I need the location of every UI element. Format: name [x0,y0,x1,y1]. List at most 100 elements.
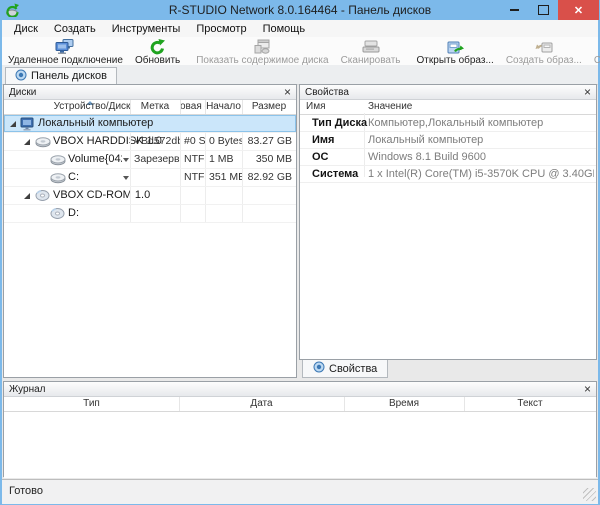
disks-column-header: Устройство/Диск Метка овая си Начало Раз… [4,100,296,115]
tree-row-c-drive[interactable]: C: NTFS 351 MB 82.92 GB [4,169,296,187]
column-separator [344,397,345,411]
close-button[interactable]: ✕ [558,0,599,20]
column-separator [464,397,465,411]
remote-connection-icon [55,39,75,55]
tab-label: Панель дисков [31,70,107,82]
cell-label [130,169,181,186]
cell-start: 0 Bytes [205,133,242,150]
cell-size [242,187,296,204]
menu-item-tools[interactable]: Инструменты [104,22,189,36]
column-header-size[interactable]: Размер [242,100,296,114]
disks-tree: Локальный компьютер VBOX HARDDISK 1.0 VB… [4,115,296,223]
log-column-header: Тип Дата Время Текст [4,397,596,412]
minimize-button[interactable] [500,0,529,20]
property-row[interactable]: Тип Диска Компьютер,Локальный компьютер [300,115,596,132]
column-header-time[interactable]: Время [344,397,464,411]
disks-panel-header: Диски × [4,85,296,100]
column-header-name[interactable]: Имя [306,100,356,114]
tree-item-label: Volume{0423d66f- [68,151,122,168]
column-header-type[interactable]: Тип [4,397,179,411]
disk-panel-tab-icon [15,69,27,84]
cell-label: Зарезервиро... [130,151,181,168]
toolbar-button-remote-connection[interactable]: Удаленное подключение [2,37,129,65]
client-area: Диск Создать Инструменты Просмотр Помощь [2,20,598,503]
cell-start [205,187,242,204]
tree-row-d-drive[interactable]: D: [4,205,296,223]
open-image-icon [446,39,464,55]
cell-label [130,205,181,222]
cell-filesystem: NTFS [180,169,205,186]
toolbar-button-show-disk-content[interactable]: Показать содержимое диска [190,37,334,65]
title-bar[interactable]: R-STUDIO Network 8.0.164464 - Панель дис… [0,0,600,20]
cell-label: VBd572dbed-... [130,133,181,150]
tree-item-label: D: [68,205,79,222]
toolbar-button-open-image[interactable]: Открыть образ... [411,37,500,65]
toolbar-button-create-image[interactable]: Создать образ... [500,37,588,65]
computer-icon [20,117,35,134]
menu-bar: Диск Создать Инструменты Просмотр Помощь [2,20,598,37]
toolbar-button-scan[interactable]: Сканировать [335,37,407,65]
toolbar-button-refresh[interactable]: Обновить [129,37,186,65]
column-header-date[interactable]: Дата [179,397,344,411]
tab-strip: Панель дисков [2,65,598,85]
cell-start: 351 MB [205,169,242,186]
tree-row-harddisk[interactable]: VBOX HARDDISK 1.0 VBd572dbed-... #0 S...… [4,133,296,151]
create-image-icon [535,39,553,55]
toolbar-button-create-region[interactable]: Создать регион... [588,37,600,65]
tab-label: Свойства [329,363,377,375]
menu-item-help[interactable]: Помощь [255,22,314,36]
tree-row-local-computer[interactable]: Локальный компьютер [4,115,296,133]
cd-icon [35,189,50,205]
expand-arrow-icon[interactable] [24,139,30,145]
status-text: Готово [9,480,43,502]
cd-icon [50,207,65,223]
column-separator [179,397,180,411]
property-value: 1 x Intel(R) Core(TM) i5-3570K CPU @ 3.4… [368,166,594,182]
maximize-button[interactable] [529,0,558,20]
dropdown-arrow-icon[interactable] [123,158,129,162]
status-bar: Готово [2,479,598,504]
tree-item-label: Локальный компьютер [38,115,153,132]
cell-size: 83.27 GB [242,133,296,150]
resize-grip-icon[interactable] [583,488,596,501]
property-row[interactable]: Имя Локальный компьютер [300,132,596,149]
dropdown-arrow-icon[interactable] [123,176,129,180]
property-value: Локальный компьютер [368,132,594,148]
column-header-label[interactable]: Метка [130,100,180,114]
property-name: Тип Диска [312,115,367,131]
cell-filesystem: #0 S... [180,133,205,150]
tab-properties[interactable]: Свойства [302,360,388,378]
scan-icon [362,39,380,55]
property-row[interactable]: Система 1 x Intel(R) Core(TM) i5-3570K C… [300,166,596,183]
column-header-filesystem[interactable]: овая си [180,100,205,114]
tab-disk-panel[interactable]: Панель дисков [5,67,117,84]
expand-arrow-icon[interactable] [10,121,16,127]
volume-icon [50,172,66,187]
log-panel: Журнал × Тип Дата Время Текст [3,381,597,477]
expand-arrow-icon[interactable] [24,193,30,199]
close-icon[interactable]: × [584,384,591,394]
properties-tab-icon [313,361,325,376]
cell-start: 1 MB [205,151,242,168]
cell-size: 350 MB [242,151,296,168]
property-name: Система [312,166,358,182]
app-window: R-STUDIO Network 8.0.164464 - Панель дис… [0,0,600,505]
column-header-text[interactable]: Текст [464,397,596,411]
property-row[interactable]: ОС Windows 8.1 Build 9600 [300,149,596,166]
cell-size [242,205,296,222]
close-icon[interactable]: × [584,87,591,97]
menu-item-disk[interactable]: Диск [6,22,46,36]
cell-filesystem [180,205,205,222]
maximize-icon [538,5,549,15]
toolbar: Удаленное подключение Обновить [2,37,598,66]
cell-start [205,205,242,222]
close-icon[interactable]: × [284,87,291,97]
log-body[interactable] [4,412,596,478]
column-header-value[interactable]: Значение [368,100,488,114]
tree-row-volume[interactable]: Volume{0423d66f- Зарезервиро... NTFS 1 M… [4,151,296,169]
column-header-start[interactable]: Начало [205,100,242,114]
tree-row-cdrom[interactable]: VBOX CD-ROM 1.0 [4,187,296,205]
menu-item-create[interactable]: Создать [46,22,104,36]
menu-item-view[interactable]: Просмотр [188,22,254,36]
log-panel-header: Журнал × [4,382,596,397]
